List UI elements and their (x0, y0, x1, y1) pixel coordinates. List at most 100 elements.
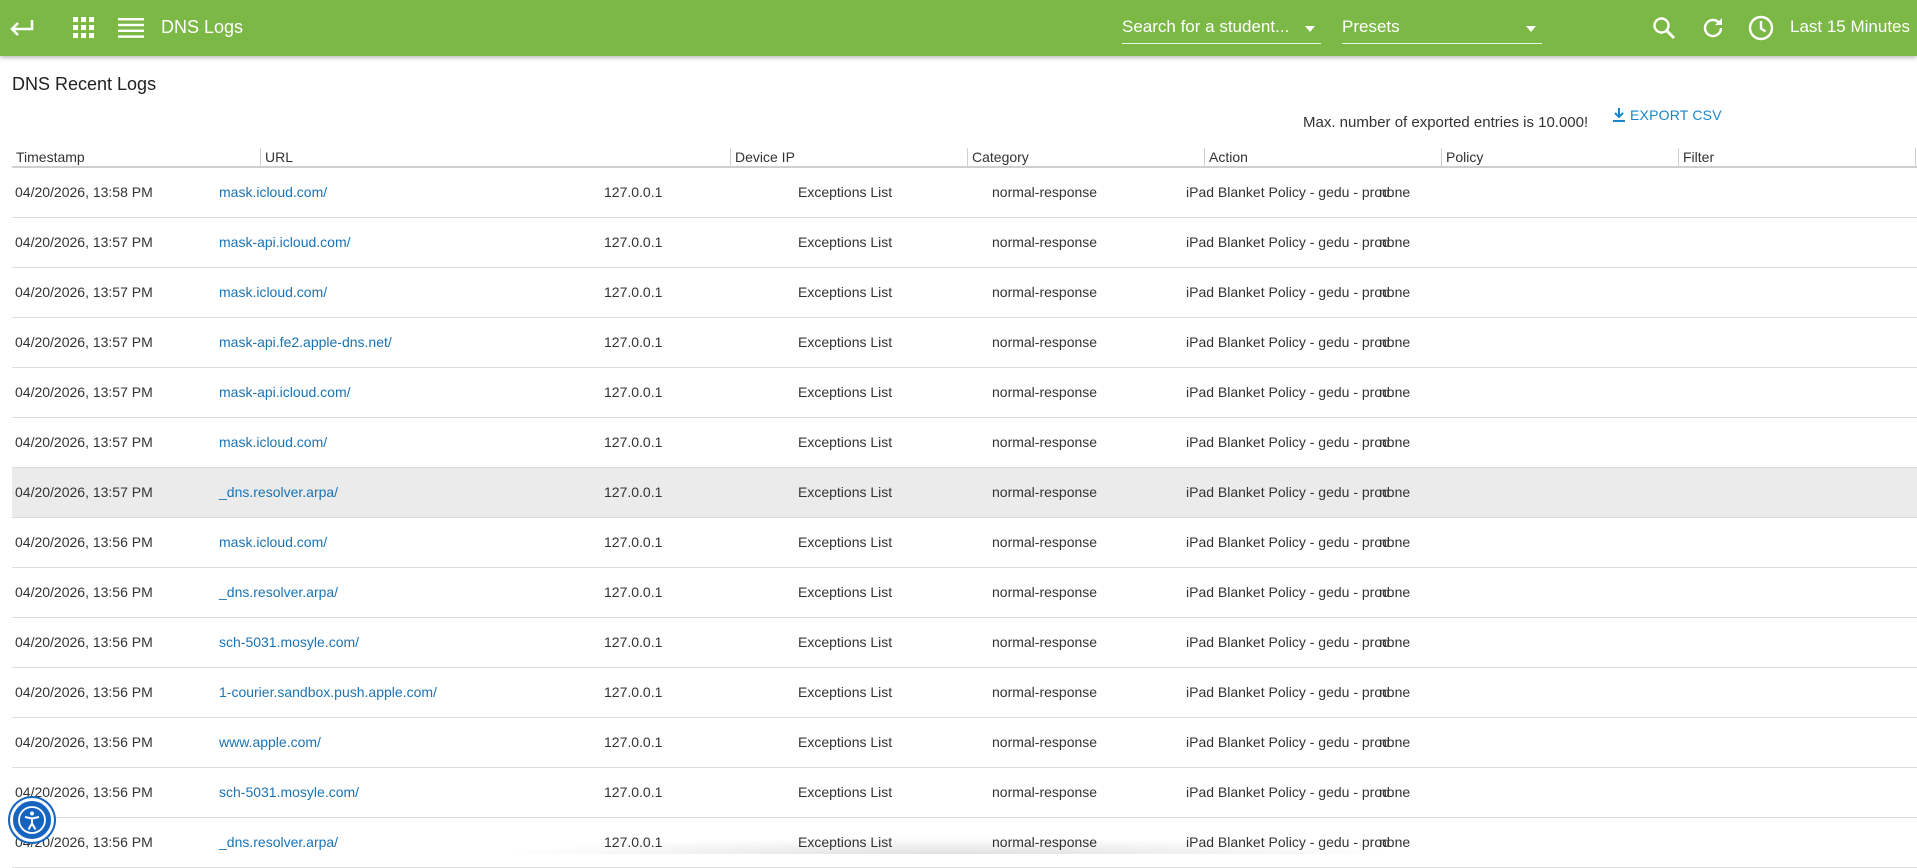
accessibility-button[interactable] (10, 798, 54, 842)
table-header: Timestamp URL Device IP Category Action … (12, 146, 1917, 168)
cell-action: normal-response (992, 384, 1098, 400)
cell-timestamp: 04/20/2026, 13:57 PM (15, 334, 153, 350)
cell-timestamp: 04/20/2026, 13:56 PM (15, 684, 153, 700)
page-title: DNS Recent Logs (12, 74, 157, 94)
cell-device-ip: 127.0.0.1 (604, 584, 663, 600)
dns-logs-table: Timestamp URL Device IP Category Action … (12, 146, 1917, 868)
cell-policy: iPad Blanket Policy - gedu - prod (1186, 184, 1390, 200)
cell-filter: none (1379, 534, 1411, 550)
list-menu-icon[interactable] (117, 0, 145, 56)
search-icon[interactable] (1650, 0, 1678, 56)
presets-value: Presets (1342, 17, 1400, 36)
cell-timestamp: 04/20/2026, 13:56 PM (15, 584, 153, 600)
cell-timestamp: 04/20/2026, 13:57 PM (15, 284, 153, 300)
table-body: 04/20/2026, 13:58 PM mask.icloud.com/127.… (12, 168, 1917, 868)
table-row[interactable]: 04/20/2026, 13:56 PM _dns.resolver.arpa/1… (12, 568, 1917, 618)
table-row[interactable]: 04/20/2026, 13:56 PM sch-5031.mosyle.com/… (12, 618, 1917, 668)
download-icon (1613, 108, 1625, 122)
column-header-timestamp[interactable]: Timestamp (12, 148, 260, 166)
time-range-label[interactable]: Last 15 Minutes (1790, 17, 1910, 37)
cell-url[interactable]: mask-api.fe2.apple-dns.net/ (216, 318, 392, 367)
cell-filter: none (1379, 234, 1411, 250)
presets-select[interactable]: Presets (1342, 14, 1542, 44)
cell-action: normal-response (992, 434, 1098, 450)
column-header-url[interactable]: URL (260, 148, 733, 166)
apps-grid-icon[interactable] (71, 0, 97, 56)
cell-url[interactable]: _dns.resolver.arpa/ (216, 818, 338, 867)
cell-filter: none (1379, 734, 1411, 750)
column-header-filter[interactable]: Filter (1678, 148, 1916, 166)
cell-policy: iPad Blanket Policy - gedu - prod (1186, 534, 1390, 550)
chevron-down-icon (1526, 26, 1536, 32)
cell-device-ip: 127.0.0.1 (604, 284, 663, 300)
bottom-shadow (500, 838, 1400, 854)
cell-category: Exceptions List (798, 634, 893, 650)
cell-url[interactable]: 1-courier.sandbox.push.apple.com/ (216, 668, 437, 717)
cell-filter: none (1379, 784, 1411, 800)
cell-device-ip: 127.0.0.1 (604, 184, 663, 200)
cell-url[interactable]: mask-api.icloud.com/ (216, 218, 351, 267)
cell-filter: none (1379, 484, 1411, 500)
export-csv-label: EXPORT CSV (1630, 107, 1722, 123)
cell-device-ip: 127.0.0.1 (604, 634, 663, 650)
cell-policy: iPad Blanket Policy - gedu - prod (1186, 334, 1390, 350)
cell-url[interactable]: mask.icloud.com/ (216, 518, 327, 567)
column-header-device-ip[interactable]: Device IP (730, 148, 968, 166)
cell-category: Exceptions List (798, 684, 893, 700)
cell-category: Exceptions List (798, 534, 893, 550)
table-row[interactable]: 04/20/2026, 13:57 PM mask-api.icloud.com/… (12, 218, 1917, 268)
cell-device-ip: 127.0.0.1 (604, 334, 663, 350)
export-csv-button[interactable]: EXPORT CSV (1613, 104, 1722, 126)
top-app-bar: DNS Logs Search for a student... Presets… (0, 0, 1917, 56)
table-row[interactable]: 04/20/2026, 13:57 PM mask-api.icloud.com/… (12, 368, 1917, 418)
back-arrow-icon[interactable] (6, 0, 36, 56)
cell-category: Exceptions List (798, 384, 893, 400)
cell-policy: iPad Blanket Policy - gedu - prod (1186, 784, 1390, 800)
student-search-select[interactable]: Search for a student... (1122, 14, 1321, 44)
refresh-icon[interactable] (1699, 0, 1727, 56)
cell-timestamp: 04/20/2026, 13:57 PM (15, 484, 153, 500)
table-row[interactable]: 04/20/2026, 13:57 PM mask.icloud.com/127.… (12, 268, 1917, 318)
cell-device-ip: 127.0.0.1 (604, 684, 663, 700)
cell-url[interactable]: _dns.resolver.arpa/ (216, 468, 338, 517)
cell-timestamp: 04/20/2026, 13:57 PM (15, 384, 153, 400)
cell-url[interactable]: mask.icloud.com/ (216, 418, 327, 467)
cell-filter: none (1379, 284, 1411, 300)
cell-action: normal-response (992, 484, 1098, 500)
cell-url[interactable]: sch-5031.mosyle.com/ (216, 768, 359, 817)
cell-policy: iPad Blanket Policy - gedu - prod (1186, 284, 1390, 300)
table-row[interactable]: 04/20/2026, 13:58 PM mask.icloud.com/127.… (12, 168, 1917, 218)
cell-action: normal-response (992, 334, 1098, 350)
cell-category: Exceptions List (798, 434, 893, 450)
cell-url[interactable]: sch-5031.mosyle.com/ (216, 618, 359, 667)
cell-url[interactable]: mask.icloud.com/ (216, 168, 327, 217)
table-row[interactable]: 04/20/2026, 13:57 PM mask.icloud.com/127.… (12, 418, 1917, 468)
cell-policy: iPad Blanket Policy - gedu - prod (1186, 584, 1390, 600)
column-header-category[interactable]: Category (967, 148, 1205, 166)
table-row[interactable]: 04/20/2026, 13:56 PM 1-courier.sandbox.pu… (12, 668, 1917, 718)
table-row[interactable]: 04/20/2026, 13:56 PM mask.icloud.com/127.… (12, 518, 1917, 568)
clock-icon[interactable] (1747, 0, 1775, 56)
cell-url[interactable]: _dns.resolver.arpa/ (216, 568, 338, 617)
cell-url[interactable]: mask.icloud.com/ (216, 268, 327, 317)
cell-filter: none (1379, 584, 1411, 600)
student-search-placeholder: Search for a student... (1122, 17, 1290, 36)
table-row[interactable]: 04/20/2026, 13:56 PM sch-5031.mosyle.com/… (12, 768, 1917, 818)
table-row[interactable]: 04/20/2026, 13:57 PM mask-api.fe2.apple-d… (12, 318, 1917, 368)
cell-url[interactable]: www.apple.com/ (216, 718, 321, 767)
cell-policy: iPad Blanket Policy - gedu - prod (1186, 734, 1390, 750)
cell-category: Exceptions List (798, 584, 893, 600)
cell-device-ip: 127.0.0.1 (604, 534, 663, 550)
cell-url[interactable]: mask-api.icloud.com/ (216, 368, 351, 417)
table-row[interactable]: 04/20/2026, 13:56 PM www.apple.com/127.0.… (12, 718, 1917, 768)
column-header-action[interactable]: Action (1204, 148, 1442, 166)
cell-timestamp: 04/20/2026, 13:56 PM (15, 534, 153, 550)
cell-action: normal-response (992, 684, 1098, 700)
cell-policy: iPad Blanket Policy - gedu - prod (1186, 634, 1390, 650)
cell-category: Exceptions List (798, 234, 893, 250)
cell-filter: none (1379, 384, 1411, 400)
column-header-policy[interactable]: Policy (1441, 148, 1679, 166)
cell-action: normal-response (992, 284, 1098, 300)
cell-policy: iPad Blanket Policy - gedu - prod (1186, 384, 1390, 400)
table-row[interactable]: 04/20/2026, 13:57 PM _dns.resolver.arpa/1… (12, 468, 1917, 518)
